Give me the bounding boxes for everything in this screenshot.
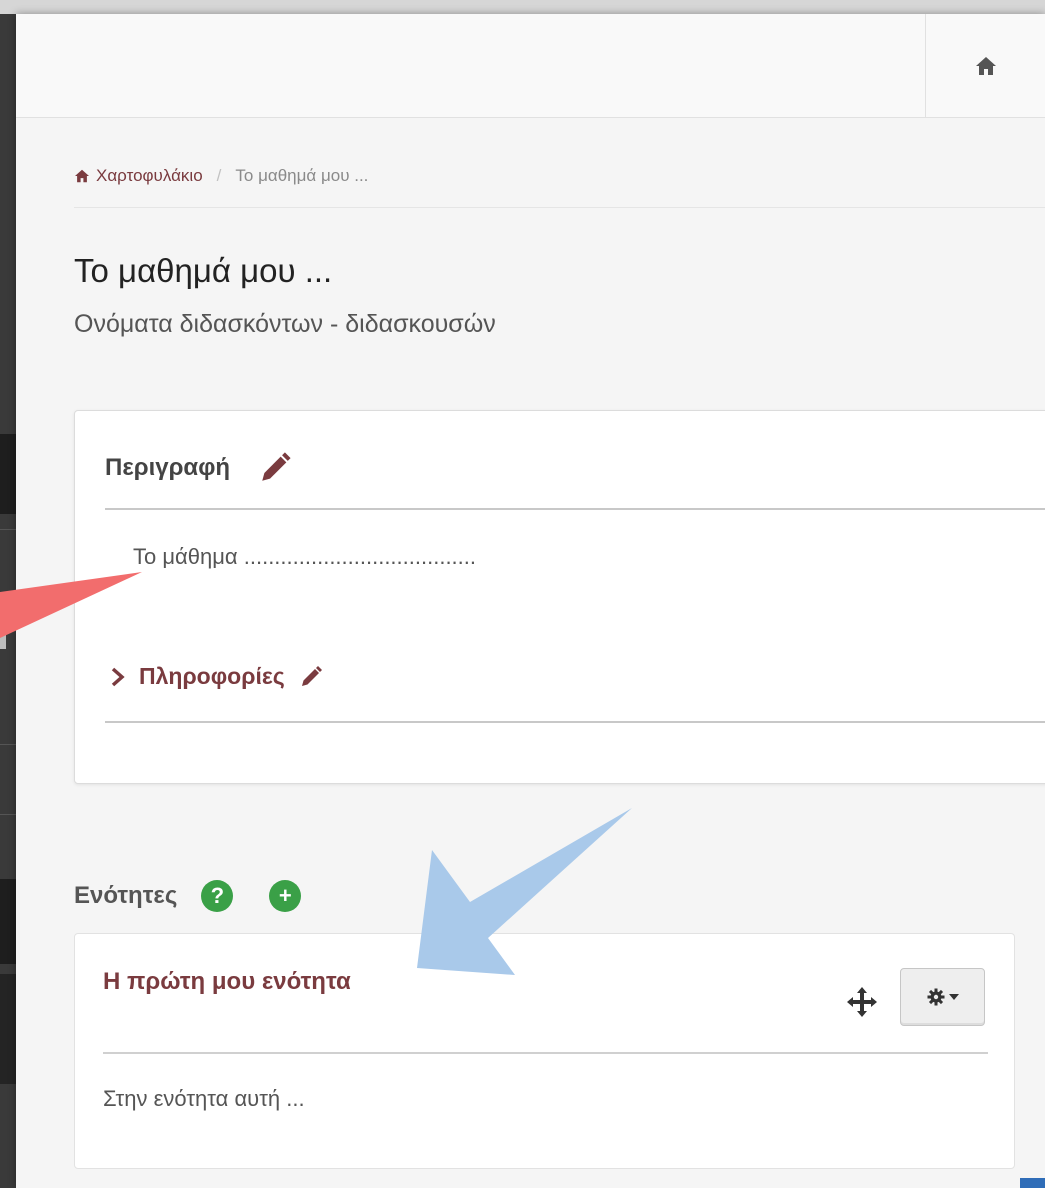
- background-divider: [0, 814, 16, 815]
- background-divider: [0, 744, 16, 745]
- chevron-right-icon: [111, 667, 125, 686]
- course-page-window: Χαρτοφυλάκιο / Το μαθημά μου ... Το μαθη…: [16, 14, 1045, 1188]
- caret-down-icon: [948, 994, 959, 1000]
- background-menu-block: [0, 974, 16, 1084]
- background-menu-block: [0, 434, 16, 514]
- unit-settings-dropdown[interactable]: [900, 968, 985, 1026]
- units-header: Ενότητες ? +: [74, 880, 302, 912]
- units-heading: Ενότητες: [74, 882, 178, 909]
- question-circle-icon[interactable]: ?: [201, 880, 234, 912]
- top-navbar: [16, 14, 1045, 118]
- description-heading: Περιγραφή: [105, 454, 231, 481]
- home-icon: [975, 57, 996, 75]
- breadcrumb-home-link[interactable]: Χαρτοφυλάκιο: [74, 166, 203, 186]
- breadcrumb-separator: /: [216, 166, 222, 185]
- pencil-icon[interactable]: [299, 665, 323, 689]
- navbar-home-button[interactable]: [925, 14, 1045, 118]
- info-label: Πληροφορίες: [139, 663, 285, 689]
- description-divider: [105, 508, 1045, 510]
- description-panel: Περιγραφή Το μάθημα ....................…: [74, 410, 1045, 784]
- breadcrumb-home-label: Χαρτοφυλάκιο: [96, 166, 203, 185]
- move-arrows-icon[interactable]: [845, 985, 879, 1024]
- background-app-strip: [0, 14, 16, 1188]
- background-scroll-handle: [0, 599, 6, 649]
- unit-description: Στην ενότητα αυτή ...: [103, 1086, 305, 1111]
- description-text: Το μάθημα ..............................…: [133, 544, 477, 569]
- background-menu-block: [0, 879, 16, 964]
- unit-divider: [103, 1052, 988, 1054]
- course-title: Το μαθημά μου ...: [74, 252, 333, 289]
- home-icon: [75, 169, 89, 183]
- background-divider: [0, 529, 16, 530]
- breadcrumb-divider: [74, 207, 1045, 208]
- description-header: Περιγραφή: [105, 451, 292, 485]
- window-edge-accent: [1020, 1178, 1045, 1188]
- unit-card: Η πρώτη μου ενότητα Στην ενότητα αυτή ..…: [74, 933, 1015, 1169]
- gear-icon: [927, 988, 944, 1006]
- description-divider: [105, 721, 1045, 723]
- breadcrumb: Χαρτοφυλάκιο / Το μαθημά μου ...: [74, 166, 368, 186]
- pencil-icon[interactable]: [258, 451, 292, 485]
- unit-title[interactable]: Η πρώτη μου ενότητα: [103, 968, 351, 996]
- course-teachers: Ονόματα διδασκόντων - διδασκουσών: [74, 310, 496, 338]
- plus-circle-icon[interactable]: +: [269, 880, 302, 912]
- info-toggle[interactable]: Πληροφορίες: [111, 663, 323, 690]
- breadcrumb-current: Το μαθημά μου ...: [235, 166, 369, 185]
